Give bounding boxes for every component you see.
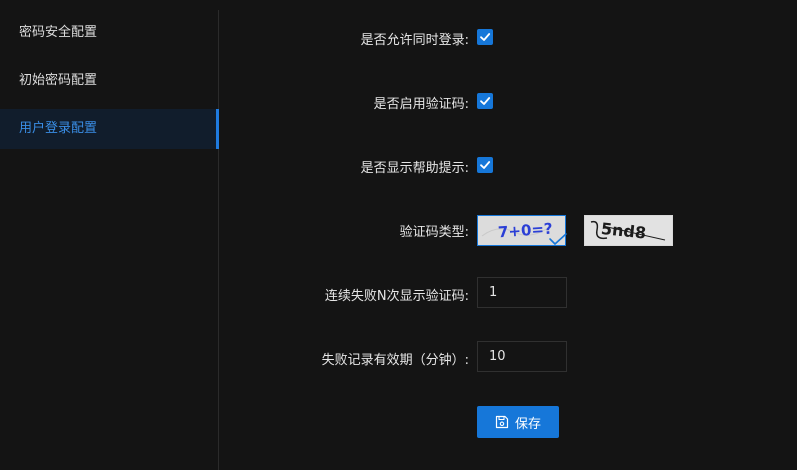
sidebar-item-label: 用户登录配置 [19,121,98,136]
user-login-config-page: 密码安全配置 初始密码配置 用户登录配置 是否允许同时登录: 是否启用验证码: … [0,0,797,470]
checkmark-icon [480,161,491,169]
failures-before-captcha-label: 连续失败N次显示验证码: [324,289,469,304]
show-help-hint-checkbox[interactable] [477,157,493,173]
enable-captcha-label: 是否启用验证码: [373,97,469,112]
captcha-option-alphanumeric[interactable]: 5nd8 [584,215,673,246]
captcha-text: 7+0=? [497,220,553,242]
checkmark-icon [480,33,491,41]
sidebar-item-initial-password[interactable]: 初始密码配置 [0,61,218,101]
sidebar-item-user-login[interactable]: 用户登录配置 [0,109,219,149]
save-icon [495,415,509,429]
failure-record-validity-input[interactable] [477,341,567,372]
sidebar-item-label: 密码安全配置 [19,25,98,40]
sidebar-item-password-security[interactable]: 密码安全配置 [0,13,218,53]
failure-record-validity-label: 失败记录有效期（分钟）: [321,353,469,368]
failures-before-captcha-input[interactable] [477,277,567,308]
save-button[interactable]: 保存 [477,406,559,438]
captcha-option-arithmetic[interactable]: 7+0=? [477,215,566,246]
settings-sidebar: 密码安全配置 初始密码配置 用户登录配置 [0,10,219,470]
allow-concurrent-login-label: 是否允许同时登录: [360,33,469,48]
captcha-image-arithmetic: 7+0=? [478,216,565,245]
captcha-image-alphanumeric: 5nd8 [585,216,672,245]
checkmark-icon [480,97,491,105]
enable-captcha-checkbox[interactable] [477,93,493,109]
save-button-label: 保存 [514,416,541,432]
sidebar-item-label: 初始密码配置 [19,73,98,88]
captcha-type-label: 验证码类型: [399,225,469,240]
show-help-hint-label: 是否显示帮助提示: [360,161,469,176]
allow-concurrent-login-checkbox[interactable] [477,29,493,45]
